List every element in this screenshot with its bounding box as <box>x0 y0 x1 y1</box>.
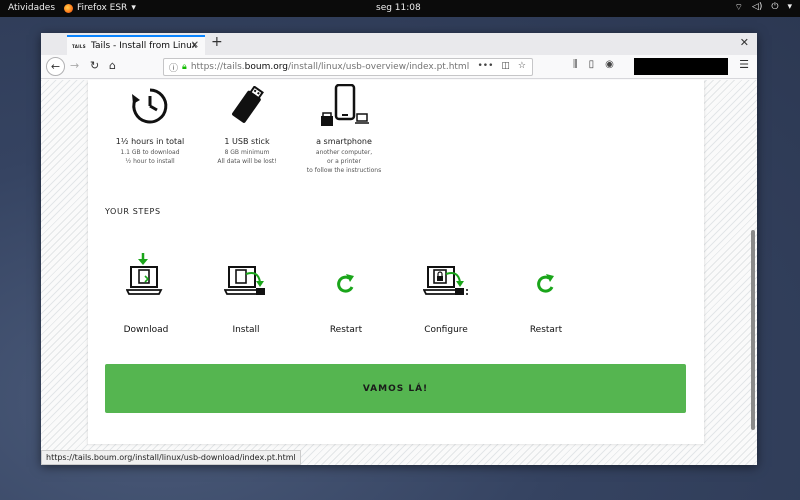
tab-tails-install[interactable]: TAILS Tails - Install from Linux ✕ <box>67 35 205 55</box>
wifi-icon: ⌔ <box>734 3 743 13</box>
lock-icon[interactable]: 🔒︎ <box>182 62 187 72</box>
tab-title: Tails - Install from Linux <box>90 41 198 51</box>
firefox-window: TAILS Tails - Install from Linux ✕ + ✕ ←… <box>41 33 757 465</box>
url-bar[interactable]: ⓘ 🔒︎ https://tails.boum.org/install/linu… <box>163 58 533 76</box>
sidebar-icon[interactable]: ▯ <box>589 59 595 70</box>
page-actions-icon[interactable]: ••• <box>477 61 493 71</box>
configure-laptop-icon <box>406 248 486 300</box>
redacted-area <box>634 58 728 75</box>
volume-icon: ◁) <box>751 2 763 12</box>
tab-bar: TAILS Tails - Install from Linux ✕ + ✕ <box>41 33 757 55</box>
clock-icon <box>105 84 195 128</box>
new-tab-icon[interactable]: + <box>211 34 223 50</box>
tails-favicon-icon: TAILS <box>72 43 86 49</box>
pocket-icon[interactable]: ◫ <box>501 61 510 71</box>
step-configure: Configure <box>406 248 486 335</box>
requirement-smartphone: a smartphone another computer, or a prin… <box>299 84 389 175</box>
forward-arrow-icon[interactable]: → <box>70 59 79 72</box>
page-card: 1½ hours in total 1.1 GB to download ½ h… <box>88 80 704 444</box>
reload-icon[interactable]: ↻ <box>90 59 99 72</box>
step-label: Configure <box>424 325 468 335</box>
app-menu-label: Firefox ESR <box>77 3 128 13</box>
power-icon: ⏻ <box>771 2 779 12</box>
navigation-toolbar: ← → ↻ ⌂ ⓘ 🔒︎ https://tails.boum.org/inst… <box>41 55 757 79</box>
library-icon[interactable]: ⫼ <box>573 59 578 70</box>
back-arrow-icon[interactable]: ← <box>46 57 65 76</box>
close-tab-icon[interactable]: ✕ <box>191 40 199 51</box>
system-tray[interactable]: ⌔ ◁) ⏻ ▾ <box>734 2 792 13</box>
close-window-icon[interactable]: ✕ <box>740 36 749 49</box>
dropdown-arrow-icon: ▾ <box>787 2 792 12</box>
step-install: Install <box>206 248 286 335</box>
step-label: Install <box>232 325 260 335</box>
info-icon[interactable]: ⓘ <box>169 61 178 74</box>
requirement-usb: 1 USB stick 8 GB minimum All data will b… <box>202 84 292 166</box>
dropdown-arrow-icon: ▾ <box>131 3 136 13</box>
requirement-detail: 1.1 GB to download ½ hour to install <box>120 149 180 165</box>
step-label: Restart <box>529 325 563 335</box>
page-viewport: 1½ hours in total 1.1 GB to download ½ h… <box>41 80 757 465</box>
usb-stick-icon <box>202 84 292 128</box>
step-label: Restart <box>329 325 363 335</box>
step-label: Download <box>123 325 169 335</box>
activities-button[interactable]: Atividades <box>8 3 55 13</box>
link-status-bar: https://tails.boum.org/install/linux/usb… <box>41 450 301 465</box>
step-restart-1: Restart <box>306 248 386 335</box>
menu-hamburger-icon[interactable]: ☰ <box>739 58 749 71</box>
step-restart-2: Restart <box>506 248 586 335</box>
home-icon[interactable]: ⌂ <box>109 59 116 72</box>
step-download: Download <box>106 248 186 335</box>
requirement-time: 1½ hours in total 1.1 GB to download ½ h… <box>105 84 195 166</box>
requirement-detail: another computer, or a printer to follow… <box>306 149 382 174</box>
download-laptop-icon <box>106 248 186 300</box>
page-scrollbar[interactable] <box>751 230 755 430</box>
requirement-title: 1½ hours in total <box>115 137 185 146</box>
system-top-bar: Atividades Firefox ESR ▾ seg 11:08 ⌔ ◁) … <box>0 0 800 17</box>
url-text: https://tails.boum.org/install/linux/usb… <box>190 62 470 72</box>
smartphone-icon <box>299 84 389 128</box>
account-icon[interactable]: ◉ <box>605 59 614 70</box>
firefox-icon <box>64 3 73 13</box>
restart-icon <box>506 248 586 300</box>
requirement-title: 1 USB stick <box>224 137 270 146</box>
bookmark-star-icon[interactable]: ☆ <box>518 61 526 71</box>
requirement-title: a smartphone <box>316 137 372 146</box>
lets-go-button[interactable]: VAMOS LÁ! <box>105 364 686 413</box>
restart-icon <box>306 248 386 300</box>
app-menu[interactable]: Firefox ESR ▾ <box>64 3 136 13</box>
install-laptop-icon <box>206 248 286 300</box>
steps-heading: YOUR STEPS <box>105 207 161 216</box>
requirement-detail: 8 GB minimum All data will be lost! <box>217 149 277 165</box>
clock[interactable]: seg 11:08 <box>376 3 421 13</box>
